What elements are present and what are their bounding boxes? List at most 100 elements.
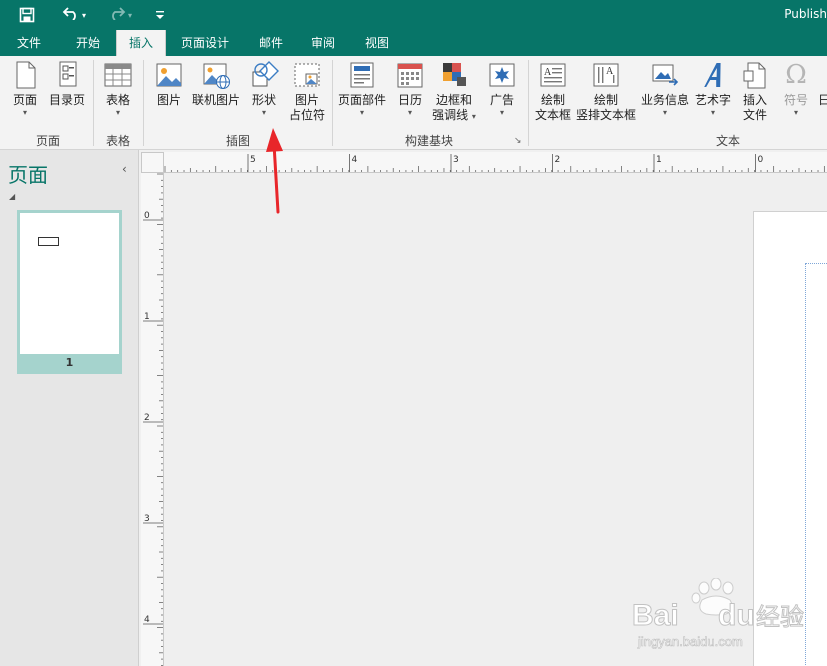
- group-separator: [528, 60, 529, 146]
- draw-vertical-textbox-button[interactable]: A 绘制 竖排文本框: [576, 60, 636, 123]
- tab-insert[interactable]: 插入: [116, 30, 166, 56]
- collapse-pane-icon[interactable]: ‹: [122, 162, 127, 176]
- catalog-page-button-label: 目录页: [48, 93, 85, 107]
- thumbnail-page: [20, 213, 119, 354]
- undo-button[interactable]: ▾: [56, 4, 92, 26]
- page-number: 1: [65, 356, 74, 369]
- insert-file-icon: [740, 60, 770, 90]
- draw-vertical-textbox-label-2: 竖排文本框: [576, 108, 637, 122]
- tab-view[interactable]: 视图: [354, 30, 400, 56]
- ruler-label: 5: [250, 155, 256, 165]
- table-button[interactable]: 表格 ▾: [100, 60, 136, 118]
- symbol-dropdown-icon[interactable]: ▾: [794, 108, 798, 118]
- group-separator: [332, 60, 333, 146]
- dialog-launcher-icon[interactable]: ↘: [514, 136, 522, 146]
- expand-triangle-icon[interactable]: ◢: [9, 192, 15, 201]
- customize-qat-icon[interactable]: [152, 4, 168, 26]
- catalog-page-icon: [52, 60, 82, 90]
- document-canvas[interactable]: [164, 173, 827, 666]
- wordart-icon: [698, 60, 728, 90]
- ruler-label: 0: [144, 211, 150, 221]
- page-thumbnail[interactable]: 1: [17, 210, 122, 374]
- page-icon: [10, 60, 40, 90]
- vertical-ruler[interactable]: 0 1 2 3 4: [141, 173, 164, 666]
- table-dropdown-icon[interactable]: ▾: [116, 108, 120, 118]
- page-parts-icon: [347, 60, 377, 90]
- business-info-dropdown-icon[interactable]: ▾: [663, 108, 667, 118]
- business-info-button[interactable]: 业务信息 ▾: [640, 60, 690, 118]
- ruler-label: 4: [352, 155, 358, 165]
- picture-placeholder-button[interactable]: 图片 占位符: [286, 60, 328, 123]
- page-parts-button[interactable]: 页面部件 ▾: [336, 60, 388, 118]
- online-pictures-button[interactable]: 联机图片: [190, 60, 242, 108]
- redo-dropdown-icon[interactable]: ▾: [128, 11, 132, 20]
- thumbnail-shape: [38, 237, 59, 246]
- insert-file-button[interactable]: 插入 文件: [736, 60, 774, 123]
- business-info-button-label: 业务信息: [640, 93, 689, 107]
- symbol-button-label: 符号: [783, 93, 808, 107]
- page-dropdown-icon[interactable]: ▾: [23, 108, 27, 118]
- calendar-button[interactable]: 日历 ▾: [392, 60, 428, 118]
- ruler-label: 2: [144, 413, 150, 423]
- redo-button[interactable]: ▾: [102, 4, 138, 26]
- wordart-dropdown-icon[interactable]: ▾: [711, 108, 715, 118]
- page-button[interactable]: 页面 ▾: [8, 60, 42, 118]
- group-label-building-blocks: 构建基块: [404, 134, 453, 148]
- tab-file[interactable]: 文件: [5, 30, 53, 56]
- wordart-button[interactable]: 艺术字 ▾: [694, 60, 732, 118]
- advertisements-button[interactable]: 广告 ▾: [484, 60, 520, 118]
- shapes-button-label: 形状: [251, 93, 276, 107]
- online-pictures-button-label: 联机图片: [191, 93, 240, 107]
- tab-mailings[interactable]: 邮件: [248, 30, 294, 56]
- vertical-ruler-ticks: 0 1 2 3 4: [143, 173, 163, 666]
- tab-home[interactable]: 开始: [64, 30, 112, 56]
- symbol-button[interactable]: Ω 符号 ▾: [778, 60, 814, 118]
- more-icon: [818, 60, 827, 90]
- publication-page[interactable]: [753, 211, 827, 666]
- advertisements-dropdown-icon[interactable]: ▾: [500, 108, 504, 118]
- draw-vertical-textbox-label-1: 绘制: [593, 93, 618, 107]
- ruler-label: 0: [758, 155, 764, 165]
- picture-placeholder-label-1: 图片: [294, 93, 319, 107]
- group-separator: [93, 60, 94, 146]
- pictures-button[interactable]: 图片: [152, 60, 186, 108]
- page-parts-dropdown-icon[interactable]: ▾: [360, 108, 364, 118]
- borders-dropdown-icon[interactable]: ▾: [472, 112, 476, 121]
- ruler-label: 2: [555, 155, 561, 165]
- tab-review[interactable]: 审阅: [300, 30, 346, 56]
- pages-pane: 页面 ‹ ◢ 1: [0, 150, 139, 666]
- online-picture-icon: [201, 60, 231, 90]
- more-button[interactable]: 日: [818, 60, 827, 108]
- pictures-button-label: 图片: [156, 93, 181, 107]
- shapes-dropdown-icon[interactable]: ▾: [262, 108, 266, 118]
- ruler-label: 1: [144, 312, 150, 322]
- calendar-button-label: 日历: [397, 93, 422, 107]
- draw-textbox-label-1: 绘制: [540, 93, 565, 107]
- picture-icon: [154, 60, 184, 90]
- ruler-corner[interactable]: [141, 152, 164, 173]
- draw-textbox-button[interactable]: A 绘制 文本框: [532, 60, 574, 123]
- business-info-icon: [650, 60, 680, 90]
- more-button-label: 日: [818, 93, 827, 107]
- margin-guide: [805, 263, 827, 666]
- undo-dropdown-icon[interactable]: ▾: [82, 11, 86, 20]
- save-icon[interactable]: [14, 4, 40, 26]
- horizontal-ruler[interactable]: 5 4 3 2 1 0: [164, 152, 827, 173]
- borders-accents-icon: [439, 60, 469, 90]
- title-bar: ▾ ▾ Publish: [0, 0, 827, 30]
- catalog-page-button[interactable]: 目录页: [46, 60, 88, 108]
- shapes-button[interactable]: 形状 ▾: [246, 60, 282, 118]
- borders-accents-label-1: 边框和: [435, 93, 472, 107]
- page-button-label: 页面: [12, 93, 37, 107]
- group-separator: [143, 60, 144, 146]
- group-label-tables: 表格: [105, 134, 130, 148]
- textbox-icon: A: [538, 60, 568, 90]
- svg-text:A: A: [606, 66, 614, 77]
- calendar-dropdown-icon[interactable]: ▾: [408, 108, 412, 118]
- shapes-icon: [249, 60, 279, 90]
- tab-page-design[interactable]: 页面设计: [170, 30, 240, 56]
- redo-icon: [108, 6, 126, 24]
- borders-accents-button[interactable]: 边框和 强调线 ▾: [430, 60, 478, 123]
- horizontal-ruler-ticks: 5 4 3 2 1 0: [164, 154, 825, 172]
- insert-file-label-2: 文件: [742, 108, 767, 122]
